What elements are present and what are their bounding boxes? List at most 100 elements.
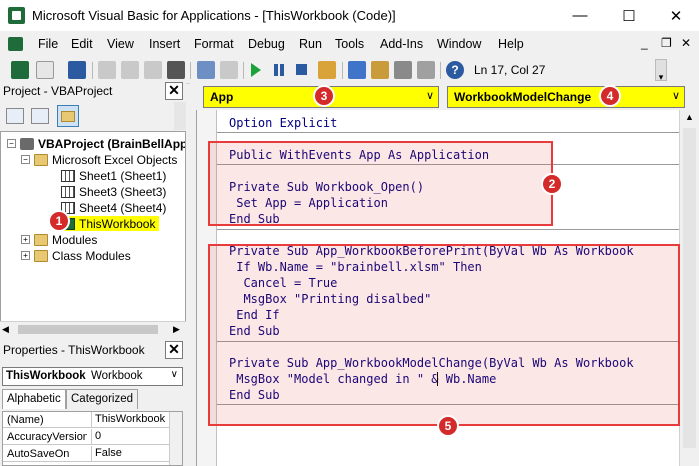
toggle-folders-button[interactable]	[57, 105, 79, 127]
tree-node-class-modules[interactable]: + Class Modules	[21, 248, 131, 263]
copy-icon[interactable]	[121, 61, 139, 79]
code-vertical-scrollbar[interactable]: ▲	[679, 110, 699, 466]
scroll-up-icon[interactable]: ▲	[685, 112, 694, 122]
find-icon[interactable]	[167, 61, 185, 79]
menu-view[interactable]: View	[107, 37, 134, 51]
menu-edit[interactable]: Edit	[71, 37, 93, 51]
insert-userform-icon[interactable]	[36, 61, 54, 79]
properties-scrollbar[interactable]	[169, 412, 182, 465]
properties-pane-title: Properties - ThisWorkbook	[3, 343, 145, 357]
code-line[interactable]: Option Explicit	[229, 116, 337, 130]
close-button[interactable]: ✕	[653, 0, 699, 31]
tree-node-vbaproject[interactable]: − VBAProject (BrainBellApp	[7, 136, 185, 151]
property-row[interactable]: AutoSaveOn False	[3, 446, 169, 462]
object-browser-icon[interactable]	[394, 61, 412, 79]
excel-menu-icon[interactable]	[6, 36, 26, 52]
run-icon[interactable]	[251, 63, 261, 77]
procedure-dropdown[interactable]: WorkbookModelChange ∨	[447, 86, 685, 108]
scroll-thumb[interactable]	[18, 325, 158, 334]
properties-tabs: Alphabetic Categorized	[2, 389, 183, 409]
properties-pane-close-button[interactable]: ✕	[165, 341, 183, 359]
mdi-close-button[interactable]: ✕	[681, 36, 691, 50]
expand-icon[interactable]: +	[21, 251, 30, 260]
properties-window-icon[interactable]	[371, 61, 389, 79]
help-icon[interactable]: ?	[446, 61, 464, 79]
worksheet-icon	[61, 169, 75, 182]
menu-help[interactable]: Help	[498, 37, 524, 51]
view-object-icon[interactable]	[31, 108, 49, 124]
project-pane-close-button[interactable]: ✕	[165, 82, 183, 100]
properties-pane-header: Properties - ThisWorkbook ✕	[0, 340, 186, 360]
cut-icon[interactable]	[98, 61, 116, 79]
tab-alphabetic[interactable]: Alphabetic	[2, 389, 66, 409]
object-dropdown-value: App	[210, 90, 234, 104]
reset-icon[interactable]	[296, 64, 307, 75]
collapse-icon[interactable]: −	[21, 155, 30, 164]
folder-open-icon	[34, 153, 48, 166]
property-name: AccuracyVersion	[7, 431, 87, 443]
toolbar-separator	[92, 62, 93, 79]
project-pane-title: Project - VBAProject	[3, 84, 113, 98]
mdi-minimize-button[interactable]: _	[641, 36, 648, 50]
mdi-restore-button[interactable]: ❐	[661, 36, 672, 50]
property-value[interactable]: False	[91, 446, 122, 462]
scroll-right-icon[interactable]: ▶	[173, 324, 180, 335]
toolbar-separator	[243, 62, 244, 79]
toolbox-icon[interactable]	[417, 61, 435, 79]
tree-node-thisworkbook[interactable]: ThisWorkbook	[61, 216, 160, 231]
chevron-down-icon[interactable]: ∨	[426, 89, 434, 102]
project-pane-toolbar	[0, 102, 186, 130]
view-excel-icon[interactable]	[11, 61, 29, 79]
project-explorer-icon[interactable]	[348, 61, 366, 79]
properties-object-select[interactable]: ThisWorkbook Workbook ∨	[2, 367, 183, 386]
annotation-badge-2: 2	[541, 173, 563, 195]
paste-icon[interactable]	[144, 61, 162, 79]
menu-window[interactable]: Window	[437, 37, 481, 51]
menu-insert[interactable]: Insert	[149, 37, 180, 51]
menu-format[interactable]: Format	[194, 37, 234, 51]
property-name: (Name)	[7, 414, 44, 426]
menu-debug[interactable]: Debug	[248, 37, 285, 51]
expand-icon[interactable]: +	[21, 235, 30, 244]
tab-categorized[interactable]: Categorized	[66, 389, 139, 409]
redo-icon[interactable]	[220, 61, 238, 79]
property-row[interactable]: AccuracyVersion 0	[3, 429, 169, 445]
property-value[interactable]: ThisWorkbook	[91, 412, 165, 428]
procedure-separator	[217, 229, 679, 230]
menu-run[interactable]: Run	[299, 37, 322, 51]
tree-node-sheet3[interactable]: Sheet3 (Sheet3)	[61, 184, 166, 199]
project-tree: − VBAProject (BrainBellApp − Microsoft E…	[0, 131, 186, 336]
project-pane-header: Project - VBAProject ✕	[0, 82, 186, 100]
procedure-dropdown-value: WorkbookModelChange	[454, 90, 592, 104]
chevron-down-icon[interactable]: ∨	[672, 89, 680, 102]
menu-bar: File Edit View Insert Format Debug Run T…	[0, 31, 699, 57]
menu-add-ins[interactable]: Add-Ins	[380, 37, 423, 51]
property-value[interactable]: 0	[91, 429, 101, 445]
maximize-button[interactable]: ☐	[606, 0, 652, 31]
undo-icon[interactable]	[197, 61, 215, 79]
scroll-left-icon[interactable]: ◀	[2, 324, 9, 335]
menu-file[interactable]: File	[38, 37, 58, 51]
tree-node-modules[interactable]: + Modules	[21, 232, 97, 247]
scroll-track[interactable]	[683, 128, 696, 448]
tree-node-label: Sheet1 (Sheet1)	[79, 168, 167, 183]
collapse-icon[interactable]: −	[7, 139, 16, 148]
toolbar-overflow-chevron-icon[interactable]: ▾	[655, 59, 667, 82]
design-mode-icon[interactable]	[318, 61, 336, 79]
view-code-icon[interactable]	[6, 108, 24, 124]
highlight-box-withevents	[208, 141, 553, 226]
chevron-down-icon[interactable]: ∨	[171, 369, 178, 380]
tree-node-excel-objects[interactable]: − Microsoft Excel Objects	[21, 152, 177, 167]
highlight-box-event-handlers	[208, 244, 680, 426]
tree-node-label: Sheet3 (Sheet3)	[79, 184, 167, 199]
tree-node-label: Microsoft Excel Objects	[52, 152, 178, 167]
project-horizontal-scrollbar[interactable]: ◀ ▶	[0, 321, 186, 336]
property-row[interactable]: (Name) ThisWorkbook	[3, 412, 169, 428]
tree-node-sheet1[interactable]: Sheet1 (Sheet1)	[61, 168, 166, 183]
save-icon[interactable]	[68, 61, 86, 79]
tree-node-sheet4[interactable]: Sheet4 (Sheet4)	[61, 200, 166, 215]
break-icon[interactable]	[274, 64, 284, 76]
menu-tools[interactable]: Tools	[335, 37, 364, 51]
project-pane-scroll-up-icon[interactable]	[174, 102, 186, 130]
minimize-button[interactable]: —	[557, 0, 603, 31]
